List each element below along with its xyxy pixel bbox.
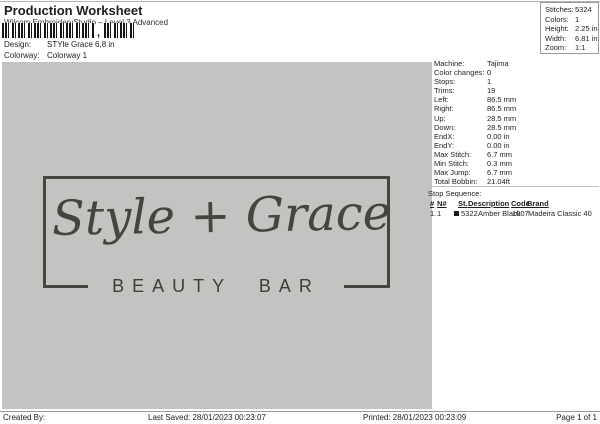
info-left: Left:86.5 mm [434,95,600,104]
machine-info-list: Machine:Tajima Color changes:0 Stops:1 T… [434,59,600,186]
cell-num: 1. [430,209,436,218]
col-header-brand: Brand [527,199,549,208]
page-title: Production Worksheet [4,3,142,18]
stat-width: Width:6.81 in [541,34,598,44]
info-color-changes: Color changes:0 [434,68,600,77]
stop-sequence-section: Stop Sequence: # N# St. Description Code… [428,186,599,225]
colorway-value: Colorway 1 [47,51,87,60]
cell-stitch: 5322 [461,209,478,218]
stop-sequence-table: # N# St. Description Code Brand 1. 1 532… [428,199,599,225]
stat-colors: Colors:1 [541,15,598,25]
info-down: Down:28.5 mm [434,123,600,132]
footer-last-saved: Last Saved: 28/01/2023 00:23:07 [148,413,266,422]
design-name-row: Design:STYle Grace 6,8 in [4,40,115,49]
design-stats-box: Stitches:5324 Colors:1 Height:2.25 in Wi… [540,2,599,54]
stat-height: Height:2.25 in [541,24,598,34]
info-up: Up:28.5 mm [434,114,600,123]
page-top-rule [0,1,600,2]
info-min-stitch: Min Stitch:0.3 mm [434,159,600,168]
info-endy: EndY:0.00 in [434,141,600,150]
info-max-jump: Max Jump:6.7 mm [434,168,600,177]
col-header-stitch: St. [458,199,468,208]
design-sub-text: BEAUTY BAR [88,276,344,297]
col-header-needle: N# [437,199,447,208]
cell-brand: Madeira Classic 40 [528,209,592,218]
barcode-separator: , [97,27,100,39]
footer-created-by: Created By: [3,413,45,422]
colorway-row: Colorway:Colorway 1 [4,51,87,60]
stat-zoom: Zoom:1:1 [541,43,598,53]
info-machine: Machine:Tajima [434,59,600,68]
info-stops: Stops:1 [434,77,600,86]
barcode-bars-left [2,23,95,38]
info-total-bobbin: Total Bobbin:21.04ft [434,177,600,186]
info-endx: EndX:0.00 in [434,132,600,141]
barcode-bars-right [104,23,136,38]
col-header-description: Description [468,199,509,208]
footer-rule [0,411,600,412]
col-header-num: # [430,199,434,208]
info-trims: Trims:19 [434,86,600,95]
barcode: , [2,23,138,38]
stop-sequence-title: Stop Sequence: [428,189,599,199]
thread-swatch [454,211,459,216]
info-right: Right:86.5 mm [434,104,600,113]
design-name-value: STYle Grace 6,8 in [47,40,115,49]
cell-code: 1007 [512,209,529,218]
footer-printed: Printed: 28/01/2023 00:23:09 [363,413,466,422]
stat-stitches: Stitches:5324 [541,5,598,15]
design-name-label: Design: [4,40,47,49]
design-script-text: Style + Grace [52,187,383,245]
design-canvas: Style + Grace BEAUTY BAR [2,62,432,409]
cell-needle: 1 [437,209,441,218]
footer-page-number: Page 1 of 1 [556,413,597,422]
colorway-label: Colorway: [4,51,47,60]
info-max-stitch: Max Stitch:6.7 mm [434,150,600,159]
